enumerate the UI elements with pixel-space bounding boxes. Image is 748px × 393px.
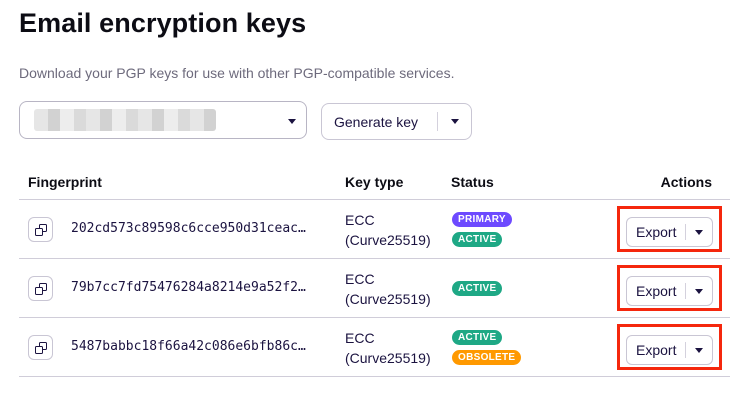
key-type: ECC (Curve25519)	[345, 328, 431, 368]
column-header-fingerprint: Fingerprint	[28, 174, 102, 190]
export-split-button: Export	[626, 217, 713, 247]
address-select[interactable]	[19, 101, 307, 139]
export-split-button: Export	[626, 276, 713, 306]
key-type-algorithm: ECC	[345, 271, 375, 287]
status-badges: ACTIVE	[452, 259, 503, 317]
export-dropdown-toggle[interactable]	[686, 336, 712, 364]
column-header-actions: Actions	[660, 174, 712, 190]
export-dropdown-toggle[interactable]	[686, 218, 712, 246]
chevron-down-icon	[450, 119, 459, 124]
chevron-down-icon	[695, 229, 703, 235]
status-badge-primary: PRIMARY	[452, 211, 512, 227]
export-split-button: Export	[626, 335, 713, 365]
status-badge-active: ACTIVE	[452, 329, 503, 345]
table-row: 5487babbc18f66a42c086e6bfb86c… ECC (Curv…	[19, 318, 730, 377]
export-button[interactable]: Export	[627, 342, 685, 358]
generate-key-button[interactable]: Generate key	[322, 114, 437, 130]
chevron-down-icon	[288, 119, 296, 124]
key-type-curve: (Curve25519)	[345, 232, 431, 248]
key-type: ECC (Curve25519)	[345, 210, 431, 250]
key-type-algorithm: ECC	[345, 212, 375, 228]
column-header-key-type: Key type	[345, 174, 404, 190]
table-header: Fingerprint Key type Status Actions	[19, 164, 730, 200]
copy-fingerprint-button[interactable]	[28, 217, 53, 242]
status-badges: ACTIVE OBSOLETE	[452, 318, 522, 376]
chevron-down-icon	[695, 347, 703, 353]
status-badge-obsolete: OBSOLETE	[452, 349, 522, 365]
fingerprint-text: 202cd573c89598c6cce950d31ceac…	[71, 221, 306, 236]
copy-fingerprint-button[interactable]	[28, 276, 53, 301]
column-header-status: Status	[451, 174, 494, 190]
table-row: 79b7cc7fd75476284a8214e9a52f2… ECC (Curv…	[19, 259, 730, 318]
highlight-box: Export	[617, 324, 722, 370]
generate-key-dropdown-toggle[interactable]	[438, 104, 471, 139]
key-type-curve: (Curve25519)	[345, 350, 431, 366]
page-title: Email encryption keys	[19, 8, 307, 38]
highlight-box: Export	[617, 265, 722, 311]
fingerprint-text: 5487babbc18f66a42c086e6bfb86c…	[71, 339, 306, 354]
export-button[interactable]: Export	[627, 283, 685, 299]
highlight-box: Export	[617, 206, 722, 252]
copy-icon	[34, 282, 47, 295]
copy-icon	[34, 223, 47, 236]
export-dropdown-toggle[interactable]	[686, 277, 712, 305]
generate-key-split-button: Generate key	[321, 103, 472, 140]
status-badge-active: ACTIVE	[452, 231, 503, 247]
keys-table: Fingerprint Key type Status Actions 202c…	[19, 164, 730, 377]
chevron-down-icon	[695, 288, 703, 294]
copy-fingerprint-button[interactable]	[28, 335, 53, 360]
status-badges: PRIMARY ACTIVE	[452, 200, 512, 258]
address-value-redacted	[34, 109, 216, 131]
key-type-algorithm: ECC	[345, 330, 375, 346]
page-description: Download your PGP keys for use with othe…	[19, 65, 455, 81]
copy-icon	[34, 341, 47, 354]
export-button[interactable]: Export	[627, 224, 685, 240]
fingerprint-text: 79b7cc7fd75476284a8214e9a52f2…	[71, 280, 306, 295]
status-badge-active: ACTIVE	[452, 280, 503, 296]
table-row: 202cd573c89598c6cce950d31ceac… ECC (Curv…	[19, 200, 730, 259]
key-type-curve: (Curve25519)	[345, 291, 431, 307]
key-type: ECC (Curve25519)	[345, 269, 431, 309]
